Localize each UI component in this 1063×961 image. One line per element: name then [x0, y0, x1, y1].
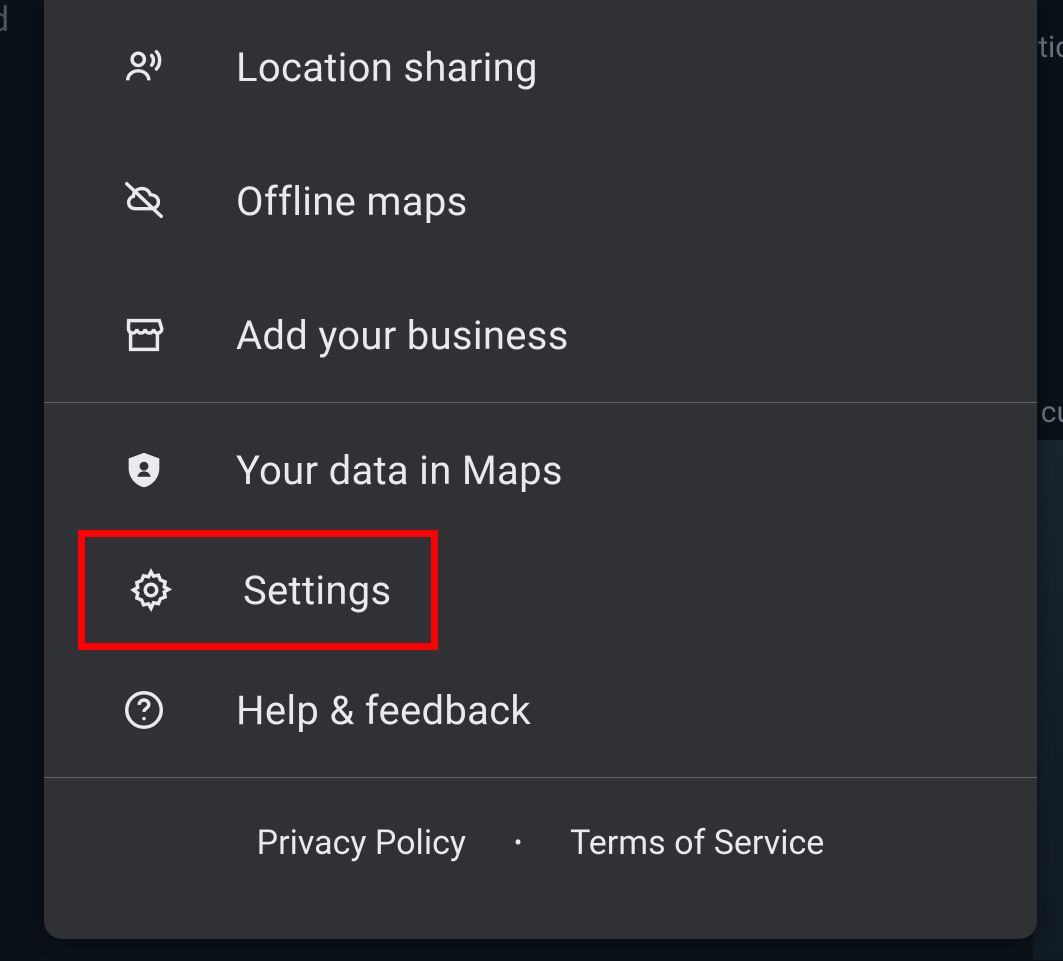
menu-label: Offline maps — [236, 178, 468, 225]
menu-label: Add your business — [236, 312, 569, 359]
offline-maps-icon — [120, 177, 168, 225]
menu-section-2: Your data in Maps Settings Help & feedba… — [44, 403, 1037, 777]
menu-item-settings[interactable]: Settings — [78, 530, 438, 650]
gear-icon — [127, 566, 175, 614]
shield-account-icon — [120, 446, 168, 494]
footer-separator: • — [514, 829, 522, 857]
menu-label: Help & feedback — [236, 687, 531, 734]
storefront-icon — [120, 311, 168, 359]
help-icon — [120, 686, 168, 734]
privacy-policy-link[interactable]: Privacy Policy — [257, 823, 466, 863]
menu-item-help[interactable]: Help & feedback — [44, 643, 1037, 777]
menu-label: Your data in Maps — [236, 447, 563, 494]
menu-item-offline-maps[interactable]: Offline maps — [44, 134, 1037, 268]
menu-item-add-business[interactable]: Add your business — [44, 268, 1037, 402]
account-menu-panel: Location sharing Offline maps Add your b… — [44, 0, 1037, 939]
map-road-fragment — [1033, 440, 1063, 960]
menu-label: Settings — [243, 567, 391, 614]
menu-label: Location sharing — [236, 44, 538, 91]
location-sharing-icon — [120, 43, 168, 91]
menu-item-location-sharing[interactable]: Location sharing — [44, 0, 1037, 134]
menu-section-1: Location sharing Offline maps Add your b… — [44, 0, 1037, 402]
map-label-fragment: cu — [1041, 395, 1063, 430]
footer: Privacy Policy • Terms of Service — [44, 778, 1037, 908]
terms-of-service-link[interactable]: Terms of Service — [570, 823, 824, 863]
menu-item-your-data[interactable]: Your data in Maps — [44, 403, 1037, 537]
